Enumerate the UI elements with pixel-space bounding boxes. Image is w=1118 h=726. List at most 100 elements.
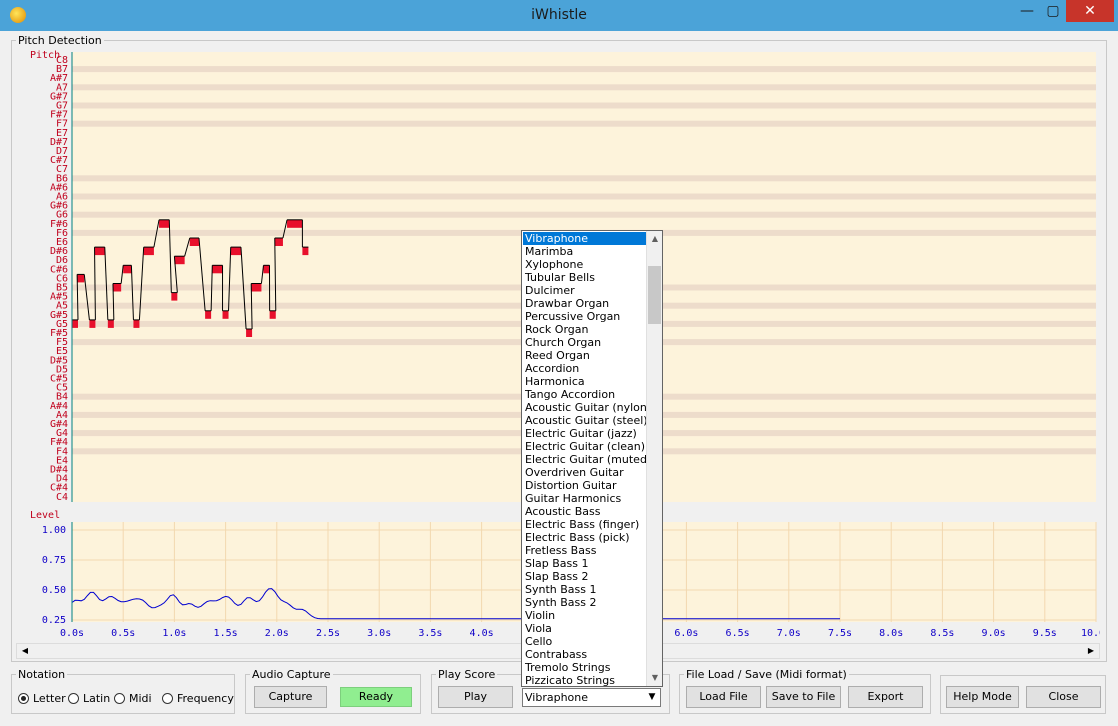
instrument-option[interactable]: Violin: [523, 609, 646, 622]
radio-selected-icon: [18, 692, 29, 704]
pitch-label: C4: [56, 492, 68, 503]
instrument-option[interactable]: Tubular Bells: [523, 271, 646, 284]
time-label: 9.0s: [982, 628, 1006, 639]
note-block: [189, 238, 199, 246]
instrument-select-value: Vibraphone: [525, 691, 589, 704]
pitch-stripe: [72, 66, 1096, 73]
radio-midi[interactable]: Midi: [114, 691, 152, 705]
instrument-option[interactable]: Reed Organ: [523, 349, 646, 362]
instrument-option[interactable]: Acoustic Guitar (steel): [523, 414, 648, 427]
maximize-button[interactable]: ▢: [1040, 0, 1066, 22]
scroll-left-icon[interactable]: ◀: [18, 644, 32, 658]
instrument-options: Vibraphone Marimba Xylophone Tubular Bells D…: [523, 232, 651, 687]
level-label: 0.50: [42, 585, 66, 596]
instrument-option[interactable]: Dulcimer: [523, 284, 646, 297]
instrument-option[interactable]: Percussive Organ: [523, 310, 646, 323]
radio-frequency-label: Frequency: [177, 691, 234, 705]
radio-unselected-icon: [162, 692, 173, 704]
level-label: 1.00: [42, 525, 66, 536]
time-label: 9.5s: [1033, 628, 1057, 639]
note-block: [171, 292, 178, 301]
save-file-button[interactable]: Save to File: [766, 686, 841, 708]
note-block: [133, 319, 140, 328]
instrument-option[interactable]: Electric Guitar (muted): [523, 453, 651, 466]
instrument-option[interactable]: Electric Guitar (jazz): [523, 427, 646, 440]
instrument-option[interactable]: Slap Bass 2: [523, 570, 646, 583]
export-button[interactable]: Export: [848, 686, 923, 708]
instrument-option[interactable]: Synth Bass 2: [523, 596, 646, 609]
radio-letter[interactable]: Letter: [18, 691, 66, 705]
scroll-up-icon[interactable]: ▲: [647, 231, 663, 247]
instrument-option[interactable]: Acoustic Bass: [523, 505, 646, 518]
scroll-down-icon[interactable]: ▼: [647, 670, 663, 686]
note-block: [112, 283, 122, 292]
instrument-option[interactable]: Xylophone: [523, 258, 646, 271]
instrument-option[interactable]: Accordion: [523, 362, 646, 375]
time-label: 2.0s: [265, 628, 289, 639]
instrument-option[interactable]: Church Organ: [523, 336, 646, 349]
time-label: 1.0s: [162, 628, 186, 639]
time-label: 8.5s: [930, 628, 954, 639]
instrument-option[interactable]: Synth Bass 1: [523, 583, 646, 596]
note-block: [72, 319, 78, 328]
pitch-stripe: [72, 84, 1096, 91]
load-file-button[interactable]: Load File: [686, 686, 761, 708]
instrument-option[interactable]: Cello: [523, 635, 646, 648]
instrument-option[interactable]: Acoustic Guitar (nylon): [523, 401, 651, 414]
instrument-select[interactable]: Vibraphone ▼: [522, 688, 661, 707]
title-bar: iWhistle — ▢ ✕: [0, 0, 1118, 31]
note-block: [123, 265, 132, 274]
capture-button[interactable]: Capture: [254, 686, 327, 708]
note-block: [222, 310, 229, 319]
pitch-axis-label: Pitch: [30, 50, 60, 61]
instrument-option[interactable]: Electric Bass (pick): [523, 531, 646, 544]
radio-latin[interactable]: Latin: [68, 691, 110, 705]
instrument-option[interactable]: Vibraphone: [523, 232, 646, 245]
close-button[interactable]: Close: [1026, 686, 1101, 708]
time-label: 1.5s: [214, 628, 238, 639]
instrument-option[interactable]: Fretless Bass: [523, 544, 646, 557]
note-block: [77, 274, 85, 283]
scroll-thumb[interactable]: [648, 266, 661, 324]
window-close-button[interactable]: ✕: [1066, 0, 1114, 22]
note-block: [274, 238, 283, 246]
pitch-stripe: [72, 211, 1096, 218]
note-block: [143, 247, 154, 256]
instrument-option[interactable]: Slap Bass 1: [523, 557, 646, 570]
instrument-option[interactable]: Viola: [523, 622, 646, 635]
instrument-option[interactable]: Electric Bass (finger): [523, 518, 646, 531]
radio-unselected-icon: [68, 692, 79, 704]
note-block: [107, 319, 114, 328]
time-label: 7.0s: [777, 628, 801, 639]
status-badge: Ready: [340, 687, 412, 707]
instrument-option[interactable]: Overdriven Guitar: [523, 466, 646, 479]
time-label: 6.0s: [674, 628, 698, 639]
instrument-option[interactable]: Tremolo Strings: [523, 661, 646, 674]
instrument-option[interactable]: Pizzicato Strings: [523, 674, 646, 687]
level-axis-labels: 1.00 0.75 0.50 0.25: [42, 525, 66, 626]
note-block: [205, 310, 212, 319]
instrument-option[interactable]: Electric Guitar (clean): [523, 440, 646, 453]
radio-unselected-icon: [114, 692, 125, 704]
help-mode-button[interactable]: Help Mode: [946, 686, 1019, 708]
instrument-option[interactable]: Rock Organ: [523, 323, 646, 336]
instrument-option[interactable]: Contrabass: [523, 648, 646, 661]
time-label: 10.0s: [1081, 628, 1100, 639]
pitch-axis-labels: C8B7A#7A7G#7G7F#7F7E7D#7D7C#7C7B6A#6A6G#…: [50, 55, 68, 503]
chevron-down-icon[interactable]: ▼: [644, 689, 660, 706]
instrument-option[interactable]: Distortion Guitar: [523, 479, 646, 492]
instrument-dropdown-list[interactable]: Vibraphone Marimba Xylophone Tubular Bells D…: [521, 230, 663, 687]
radio-frequency[interactable]: Frequency: [162, 691, 234, 705]
radio-latin-label: Latin: [83, 691, 111, 705]
instrument-option[interactable]: Guitar Harmonics: [523, 492, 646, 505]
instrument-option[interactable]: Marimba: [523, 245, 646, 258]
scroll-right-icon[interactable]: ▶: [1084, 644, 1098, 658]
instrument-option[interactable]: Tango Accordion: [523, 388, 646, 401]
time-label: 6.5s: [726, 628, 750, 639]
instrument-option[interactable]: Harmonica: [523, 375, 646, 388]
instrument-option[interactable]: Drawbar Organ: [523, 297, 646, 310]
minimize-button[interactable]: —: [1014, 0, 1040, 22]
note-block: [246, 329, 253, 337]
dropdown-scrollbar[interactable]: ▲ ▼: [646, 231, 662, 686]
play-button[interactable]: Play: [438, 686, 513, 708]
